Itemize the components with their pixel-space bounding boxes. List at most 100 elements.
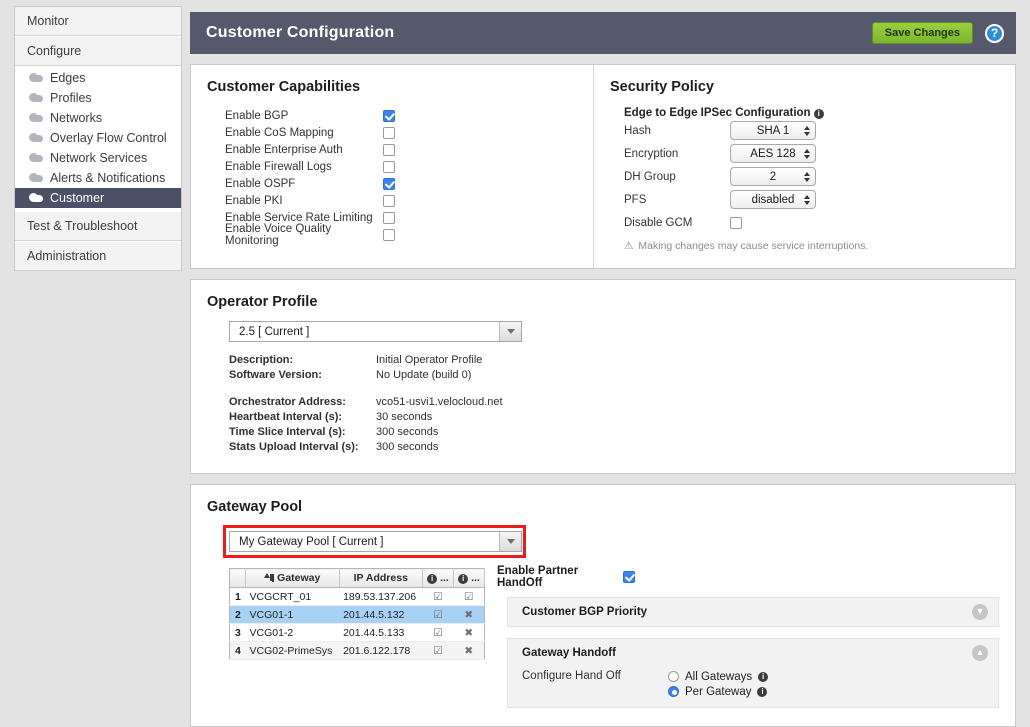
row-flag-2[interactable]: ✖ [453,641,485,660]
operator-profile-select[interactable]: 2.5 [ Current ] [229,321,522,342]
customer-bgp-priority-header[interactable]: Customer BGP Priority ▼ [508,598,998,626]
col-ellipsis: ... [471,572,480,584]
sidebar-configure-items: Edges Profiles Networks Overlay Flow Con… [15,66,181,211]
detail-row: Heartbeat Interval (s): 30 seconds [229,410,999,425]
per-gateway-radio[interactable] [668,686,679,697]
row-flag-1[interactable]: ☑ [422,623,454,642]
sidebar-section-label: Monitor [27,14,69,28]
sidebar-item-alerts-notifications[interactable]: Alerts & Notifications [15,168,181,188]
gateway-pool-highlight: My Gateway Pool [ Current ] [223,525,526,558]
disable-gcm-checkbox[interactable] [730,216,742,229]
col-info-2[interactable]: i ... [453,568,485,588]
info-icon[interactable]: i [758,671,769,682]
encryption-select[interactable]: AES 128 [730,144,816,163]
warning-triangle-icon: ⚠ [624,240,634,252]
row-flag-1[interactable]: ☑ [422,587,454,606]
dh-group-select[interactable]: 2 [730,167,816,186]
customer-capabilities-section: Customer Capabilities Enable BGP Enable … [191,65,594,268]
row-ip: 201.6.122.178 [339,641,423,660]
operator-profile-panel: Operator Profile 2.5 [ Current ] Descrip… [190,279,1016,474]
table-row[interactable]: 1 VCGCRT_01 189.53.137.206 ☑ ☑ [229,587,485,606]
sidebar-item-networks[interactable]: Networks [15,108,181,128]
security-policy-section: Security Policy Edge to Edge IPSec Confi… [594,65,1015,268]
capability-label: Enable OSPF [225,177,296,190]
info-icon: i [458,573,469,584]
row-flag-1[interactable]: ☑ [422,641,454,660]
enable-enterprise-auth-checkbox[interactable] [383,143,395,156]
row-flag-1[interactable]: ☑ [422,605,454,624]
sidebar-item-customer[interactable]: Customer [15,188,181,208]
chevron-down-icon[interactable] [499,322,521,341]
detail-key: Software Version: [229,369,322,381]
col-gateway[interactable]: Gateway [245,568,340,588]
pfs-select[interactable]: disabled [730,190,816,209]
sidebar: Monitor Configure Edges Profiles Network… [14,6,182,271]
col-info-1[interactable]: i ... [422,568,454,588]
table-row[interactable]: 4 VCG02-PrimeSys 201.6.122.178 ☑ ✖ [229,641,485,660]
capability-label: Enable Voice Quality Monitoring [225,222,332,247]
enable-bgp-checkbox[interactable] [383,109,395,122]
table-row[interactable]: 2 VCG01-1 201.44.5.132 ☑ ✖ [229,605,485,624]
capabilities-security-panel: Customer Capabilities Enable BGP Enable … [190,64,1016,269]
row-index: 1 [229,587,246,606]
cloud-icon [29,133,43,142]
stepper-arrows-icon [804,125,810,136]
info-icon[interactable]: i [813,108,824,119]
per-gateway-label: Per Gateway [685,685,752,698]
encryption-value: AES 128 [750,147,796,160]
row-flag-2[interactable]: ✖ [453,605,485,624]
row-flag-2[interactable]: ☑ [453,587,485,606]
option-per-gateway[interactable]: Per Gateway i [668,684,768,699]
gateway-handoff-header[interactable]: Gateway Handoff ▲ [508,639,998,667]
sidebar-item-overlay-flow-control[interactable]: Overlay Flow Control [15,128,181,148]
row-gateway: VCGCRT_01 [245,587,340,606]
info-icon[interactable]: i [757,686,768,697]
col-ip-address[interactable]: IP Address [339,568,424,588]
operator-profile-details: Description: Initial Operator Profile So… [207,353,999,383]
enable-partner-handoff-checkbox[interactable] [623,571,635,583]
cloud-icon [29,113,43,122]
table-row[interactable]: 3 VCG01-2 201.44.5.133 ☑ ✖ [229,623,485,642]
row-flag-2[interactable]: ✖ [453,623,485,642]
sidebar-section-test-troubleshoot[interactable]: Test & Troubleshoot [15,211,181,241]
row-gateway: VCG01-2 [245,623,340,642]
capabilities-list: Enable BGP Enable CoS Mapping Enable Ent… [207,107,577,247]
customer-bgp-priority-accordion: Customer BGP Priority ▼ [507,597,999,627]
sidebar-item-label: Profiles [50,91,92,105]
enable-ospf-checkbox[interactable] [383,177,395,190]
row-gateway: VCG01-1 [245,605,340,624]
help-icon[interactable]: ? [985,23,1004,43]
option-all-gateways[interactable]: All Gateways i [668,669,769,684]
enable-voice-quality-monitoring-checkbox[interactable] [383,228,395,241]
capability-row: Enable Firewall Logs [207,158,577,175]
capability-row: Enable Voice Quality Monitoring [207,223,577,247]
detail-row: Description: Initial Operator Profile [229,353,999,368]
sidebar-section-administration[interactable]: Administration [15,241,181,271]
capability-row: Enable BGP [207,107,577,124]
chevron-double-down-icon[interactable]: ▼ [972,604,988,620]
gateway-pool-value: My Gateway Pool [ Current ] [239,535,384,548]
hash-select[interactable]: SHA 1 [730,121,816,140]
page-header: Customer Configuration Save Changes ? [190,12,1016,54]
detail-value: vco51-usvi1.velocloud.net [376,396,503,408]
chevron-double-up-icon[interactable]: ▲ [972,645,988,661]
enable-service-rate-limiting-checkbox[interactable] [383,211,395,224]
enable-cos-mapping-checkbox[interactable] [383,126,395,139]
col-index [229,568,246,588]
all-gateways-radio[interactable] [668,671,679,682]
gateway-handoff-body: Configure Hand Off All Gateways i Per Ga… [508,667,998,707]
sidebar-section-configure[interactable]: Configure [15,36,181,66]
sidebar-item-label: Networks [50,111,103,125]
sidebar-item-network-services[interactable]: Network Services [15,148,181,168]
enable-firewall-logs-checkbox[interactable] [383,160,395,173]
table-header-row: Gateway IP Address i ... i ... [229,568,485,588]
chevron-down-icon[interactable] [499,532,521,551]
capability-row: Enable OSPF [207,175,577,192]
save-changes-button[interactable]: Save Changes [871,22,973,44]
sidebar-section-monitor[interactable]: Monitor [15,7,181,36]
gateway-pool-select[interactable]: My Gateway Pool [ Current ] [229,531,522,552]
customer-bgp-priority-label: Customer BGP Priority [522,606,648,618]
enable-pki-checkbox[interactable] [383,194,395,207]
sidebar-item-profiles[interactable]: Profiles [15,88,181,108]
sidebar-item-edges[interactable]: Edges [15,68,181,88]
